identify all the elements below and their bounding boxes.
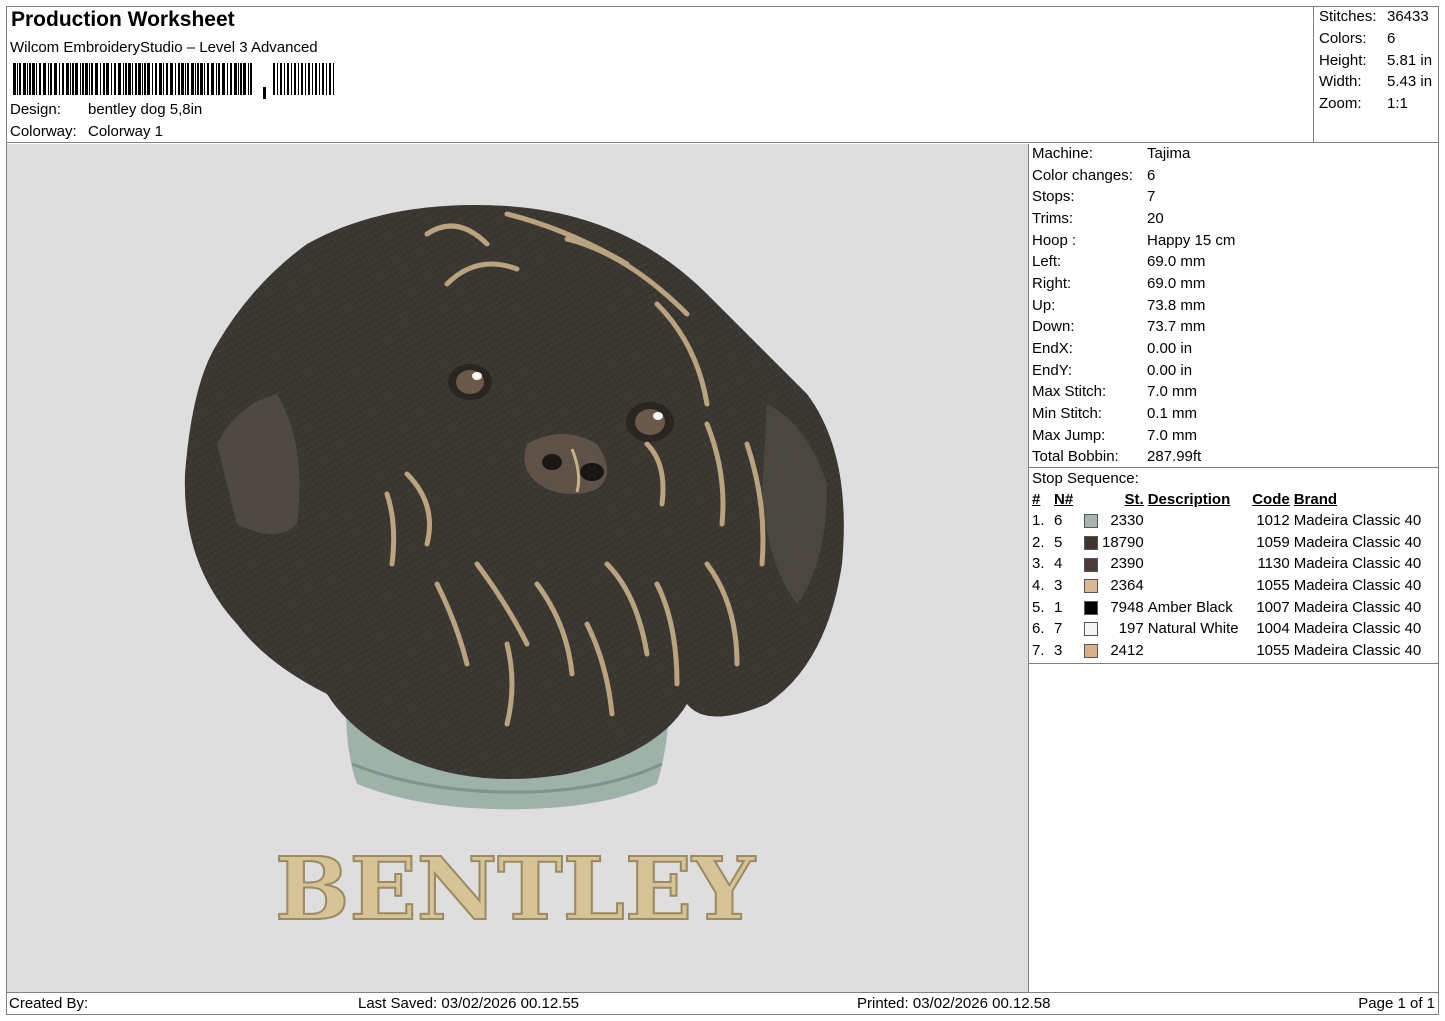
stat-colors: Colors: 6 [1319,30,1396,47]
color-swatch [1084,579,1098,594]
info-max-stitch: Max Stitch: 7.0 mm [1032,383,1198,400]
color-swatch [1084,535,1098,550]
stop-sequence-row: 6. 7 197 Natural White 1004 Madeira Classic 4… [1032,620,1422,638]
info-color-changes: Color changes: 6 [1032,167,1156,184]
colorway-row: Colorway: Colorway 1 [10,123,163,140]
stop-sequence-row: 2. 5 18790 1059 Madeira Classic 40 [1032,533,1422,551]
info-down: Down: 73.7 mm [1032,318,1206,335]
info-total-bobbin: Total Bobbin: 287.99ft [1032,448,1202,465]
worksheet-footer: Created By: Last Saved: 03/02/2026 00.12… [6,992,1439,1015]
machine-info-panel: Machine: Tajima Color changes: 6 Stops: 7 T… [1029,144,1439,992]
design-text: BENTLEY [275,839,757,940]
worksheet-header: Production Worksheet Wilcom EmbroiderySt… [6,6,1314,143]
stop-sequence-row: 7. 3 2412 1055 Madeira Classic 40 [1032,641,1422,659]
stop-sequence-row: 3. 4 2390 1130 Madeira Classic 40 [1032,555,1422,573]
printed-date: Printed: 03/02/2026 00.12.58 [857,995,1051,1012]
info-machine: Machine: Tajima [1032,145,1191,162]
color-swatch [1084,643,1098,658]
design-preview[interactable]: BENTLEY [7,144,1029,992]
info-up: Up: 73.8 mm [1032,297,1206,314]
embroidery-preview: BENTLEY [184,205,844,941]
colorway-label: Colorway: [10,123,77,140]
color-swatch [1084,622,1098,637]
software-name: Wilcom EmbroideryStudio – Level 3 Advanc… [10,39,318,56]
stop-sequence-row: 4. 3 2364 1055 Madeira Classic 40 [1032,577,1422,595]
page-number: Page 1 of 1 [1358,995,1435,1012]
info-right: Right: 69.0 mm [1032,275,1206,292]
info-stops: Stops: 7 [1032,188,1156,205]
info-endx: EndX: 0.00 in [1032,340,1193,357]
stat-stitches: Stitches: 36433 [1319,8,1429,25]
created-by: Created By: [9,995,89,1012]
section-divider [1029,467,1439,468]
info-min-stitch: Min Stitch: 0.1 mm [1032,405,1198,422]
design-row: Design: bentley dog 5,8in [10,101,202,118]
stat-height: Height: 5.81 in [1319,52,1433,69]
page-title: Production Worksheet [11,8,235,31]
info-trims: Trims: 20 [1032,210,1164,227]
info-max-jump: Max Jump: 7.0 mm [1032,427,1198,444]
design-value: bentley dog 5,8in [88,101,203,118]
colorway-value: Colorway 1 [88,123,164,140]
design-stats: Stitches: 36433 Colors: 6 Height: 5.81 in W… [1313,6,1439,143]
design-label: Design: [10,101,61,118]
stop-sequence-table: # N# St. Description Code Brand 1. 6 2330 1… [1031,489,1424,661]
stat-width: Width: 5.43 in [1319,73,1433,90]
stop-sequence-title: Stop Sequence: [1032,470,1139,487]
stop-sequence-header: # N# St. Description Code Brand [1032,491,1338,508]
stop-sequence-row: 1. 6 2330 1012 Madeira Classic 40 [1032,512,1422,530]
color-swatch [1084,557,1098,572]
info-hoop: Hoop : Happy 15 cm [1032,232,1236,249]
stat-zoom: Zoom: 1:1 [1319,95,1408,112]
stop-sequence-row: 5. 1 7948 Amber Black 1007 Madeira Classic 40 [1032,598,1422,616]
last-saved: Last Saved: 03/02/2026 00.12.55 [358,995,580,1012]
barcode [13,63,334,99]
color-swatch [1084,600,1098,615]
info-endy: EndY: 0.00 in [1032,362,1193,379]
color-swatch [1084,514,1098,529]
section-divider-bottom [1029,663,1439,664]
info-left: Left: 69.0 mm [1032,253,1206,270]
